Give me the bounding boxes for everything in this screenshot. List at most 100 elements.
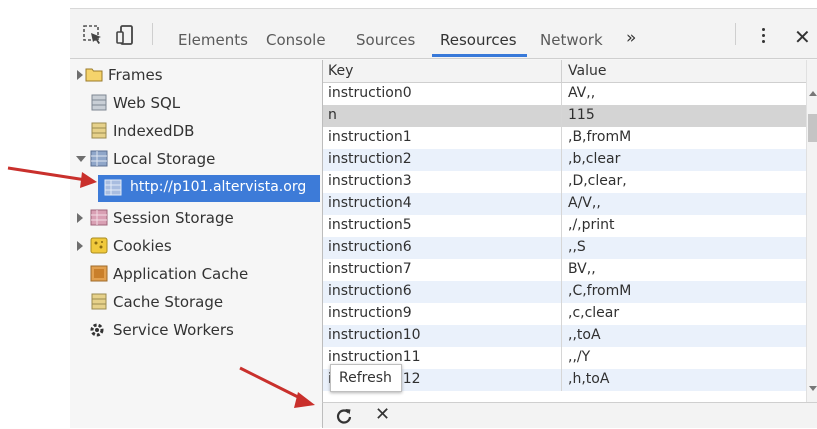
sidebar-item-frames[interactable]: Frames xyxy=(70,62,320,89)
tab-resources[interactable]: Resources xyxy=(440,31,517,49)
table-row[interactable]: instruction6 ,,S xyxy=(323,237,806,259)
expand-arrow-icon[interactable] xyxy=(77,213,83,223)
key-cell[interactable]: instruction6 xyxy=(328,239,412,255)
key-cell[interactable]: instruction11 xyxy=(328,349,421,365)
column-divider xyxy=(561,171,562,193)
sidebar-item-indexeddb[interactable]: IndexedDB xyxy=(70,118,320,145)
inspect-icon[interactable] xyxy=(82,24,104,46)
value-cell[interactable]: ,B,fromM xyxy=(568,129,631,145)
kebab-menu-icon[interactable] xyxy=(760,26,766,48)
key-cell[interactable]: instruction6 xyxy=(328,283,412,299)
sidebar-item-label: Cache Storage xyxy=(113,293,224,311)
value-cell[interactable]: ,,S xyxy=(568,239,586,255)
key-cell[interactable]: instruction1 xyxy=(328,129,412,145)
scroll-up-arrow-icon[interactable] xyxy=(809,91,817,96)
tab-console[interactable]: Console xyxy=(266,31,326,49)
sidebar-item-label: http://p101.altervista.org xyxy=(130,179,307,195)
sidebar-item-label: Local Storage xyxy=(113,150,216,168)
value-cell[interactable]: ,,/Y xyxy=(568,349,590,365)
cookie-icon xyxy=(90,237,108,254)
value-cell[interactable]: AV,, xyxy=(568,85,595,101)
table-row[interactable]: instruction5 ,/,print xyxy=(323,215,806,237)
column-divider xyxy=(561,105,562,127)
table-row[interactable]: instruction2 ,b,clear xyxy=(323,149,806,171)
column-divider xyxy=(561,303,562,325)
sidebar-item-cache-storage[interactable]: Cache Storage xyxy=(70,289,320,316)
column-header-key[interactable]: Key xyxy=(328,63,353,79)
column-header-value[interactable]: Value xyxy=(568,63,606,79)
sidebar-item-application-cache[interactable]: Application Cache xyxy=(70,261,320,288)
value-cell[interactable]: ,/,print xyxy=(568,217,615,233)
column-divider xyxy=(561,281,562,303)
value-cell[interactable]: BV,, xyxy=(568,261,596,277)
scroll-down-arrow-icon[interactable] xyxy=(809,386,817,391)
value-cell[interactable]: ,h,toA xyxy=(568,371,609,387)
value-cell[interactable]: ,C,fromM xyxy=(568,283,631,299)
key-cell[interactable]: instruction9 xyxy=(328,305,412,321)
toolbar-divider xyxy=(152,23,153,45)
close-icon[interactable]: ✕ xyxy=(794,25,811,49)
key-cell[interactable]: instruction0 xyxy=(328,85,412,101)
more-tabs-button[interactable]: » xyxy=(626,28,636,48)
column-divider xyxy=(561,237,562,259)
expand-arrow-icon[interactable] xyxy=(77,241,83,251)
key-cell[interactable]: instruction10 xyxy=(328,327,421,343)
table-row[interactable]: instruction0 AV,, xyxy=(323,83,806,105)
value-cell[interactable]: ,D,clear, xyxy=(568,173,627,189)
table-row[interactable]: n 115 xyxy=(323,105,806,127)
sidebar-item-session-storage[interactable]: Session Storage xyxy=(70,205,320,232)
sidebar-item-label: IndexedDB xyxy=(113,122,195,140)
key-cell[interactable]: instruction7 xyxy=(328,261,412,277)
collapse-arrow-icon[interactable] xyxy=(76,156,86,162)
table-row[interactable]: instruction6 ,C,fromM xyxy=(323,281,806,303)
storage-grid-icon xyxy=(90,209,108,226)
storage-grid-icon xyxy=(90,150,108,167)
local-storage-grid: Key Value instruction0 AV,, n 115 instructio… xyxy=(322,60,817,402)
sidebar-item-label: Cookies xyxy=(113,237,172,255)
scrollbar-thumb[interactable] xyxy=(808,114,817,142)
table-row[interactable]: instruction10 ,,toA xyxy=(323,325,806,347)
table-row[interactable]: instruction4 A/V,, xyxy=(323,193,806,215)
sidebar-item-local-storage[interactable]: Local Storage xyxy=(70,146,320,173)
sidebar-item-cookies[interactable]: Cookies xyxy=(70,233,320,260)
value-cell[interactable]: ,b,clear xyxy=(568,151,620,167)
value-cell[interactable]: 115 xyxy=(568,107,595,123)
sidebar-item-label: Service Workers xyxy=(113,321,234,339)
column-divider xyxy=(561,347,562,369)
sidebar-item-service-workers[interactable]: Service Workers xyxy=(70,317,320,344)
key-cell[interactable]: n xyxy=(328,107,337,123)
key-cell[interactable]: instruction2 xyxy=(328,151,412,167)
vertical-scrollbar[interactable] xyxy=(806,60,817,402)
expand-arrow-icon[interactable] xyxy=(77,70,83,80)
table-row[interactable]: instruction9 ,c,clear xyxy=(323,303,806,325)
tab-sources[interactable]: Sources xyxy=(356,31,415,49)
value-cell[interactable]: ,,toA xyxy=(568,327,601,343)
grid-bottom-bar: ✕ xyxy=(322,402,817,428)
value-cell[interactable]: A/V,, xyxy=(568,195,601,211)
tab-elements[interactable]: Elements xyxy=(178,31,248,49)
database-icon xyxy=(90,122,108,139)
table-row[interactable]: instruction1 ,B,fromM xyxy=(323,127,806,149)
key-cell[interactable]: instruction5 xyxy=(328,217,412,233)
column-divider[interactable] xyxy=(561,60,562,83)
table-row[interactable]: instruction7 BV,, xyxy=(323,259,806,281)
refresh-icon[interactable] xyxy=(335,407,353,425)
app-cache-icon xyxy=(90,265,108,282)
column-divider xyxy=(561,193,562,215)
column-divider xyxy=(561,215,562,237)
active-tab-indicator xyxy=(432,54,527,57)
tab-network[interactable]: Network xyxy=(540,31,603,49)
sidebar-item-web-sql[interactable]: Web SQL xyxy=(70,90,320,117)
key-cell[interactable]: instruction4 xyxy=(328,195,412,211)
delete-icon[interactable]: ✕ xyxy=(375,404,390,425)
resources-sidebar: Frames Web SQL IndexedDB Local Storage h… xyxy=(70,60,320,428)
column-divider xyxy=(561,127,562,149)
sidebar-item-origin[interactable]: http://p101.altervista.org xyxy=(98,175,320,202)
value-cell[interactable]: ,c,clear xyxy=(568,305,619,321)
grid-header: Key Value xyxy=(323,60,806,83)
folder-icon xyxy=(85,66,103,83)
column-divider xyxy=(561,83,562,105)
table-row[interactable]: instruction3 ,D,clear, xyxy=(323,171,806,193)
key-cell[interactable]: instruction3 xyxy=(328,173,412,189)
device-mode-icon[interactable] xyxy=(114,24,136,46)
